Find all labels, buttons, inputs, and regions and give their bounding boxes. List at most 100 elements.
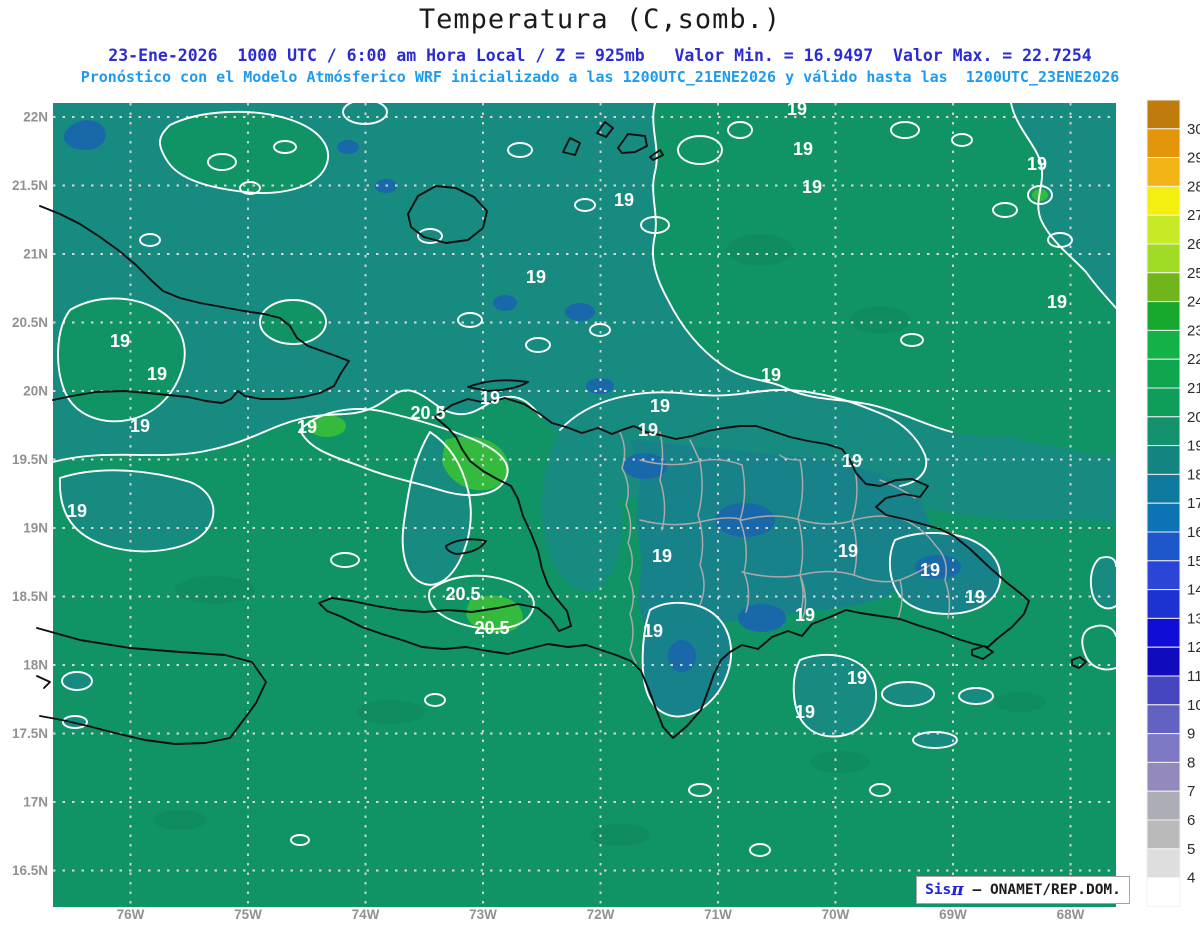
lon-tick-label: 72W [587, 907, 615, 922]
contour-label-19: 19 [847, 668, 867, 688]
lon-tick-label: 69W [939, 907, 967, 922]
colorbar-segment-18-19 [1146, 445, 1181, 475]
colorbar-segment-21-22 [1146, 358, 1181, 389]
contour-label-19: 19 [614, 190, 634, 210]
contour-label-20.5: 20.5 [445, 584, 480, 604]
colorbar-segment-17-18 [1146, 473, 1181, 504]
contour-label-19: 19 [838, 541, 858, 561]
lon-tick-label: 76W [117, 907, 145, 922]
contour-label-19: 19 [643, 621, 663, 641]
contour-label-19: 19 [761, 365, 781, 385]
credit-onamet: – ONAMET/REP.DOM. [963, 882, 1121, 898]
colorbar-tick-label: 8 [1187, 754, 1195, 771]
colorbar-segment-12-13 [1146, 617, 1181, 648]
colorbar-tick-label: 6 [1187, 812, 1195, 829]
colorbar: 30 29 28 27 26 25 24 23 22 21 20 19 18 17 16 15 14 13 12 11… [1146, 99, 1200, 907]
contour-label-19: 19 [652, 546, 672, 566]
colorbar-tick-label: 7 [1187, 783, 1195, 800]
contour-label-19: 19 [130, 416, 150, 436]
lat-tick-label: 18.5N [12, 589, 48, 604]
colorbar-segment-26-27 [1146, 214, 1181, 245]
credit-badge: Sis π – ONAMET/REP.DOM. [916, 876, 1130, 904]
contour-label-19: 19 [802, 177, 822, 197]
contour-label-19: 19 [638, 420, 658, 440]
lon-tick-label: 73W [469, 907, 497, 922]
colorbar-segment-24-25 [1146, 272, 1181, 303]
contour-label-20.5: 20.5 [410, 403, 445, 423]
field-blue-5 [565, 303, 595, 321]
lat-tick-label: 17N [23, 795, 48, 810]
colorbar-segment-13-14 [1146, 589, 1181, 619]
colorbar-segment-28-29 [1146, 157, 1181, 187]
colorbar-tick-label: 24 [1187, 294, 1200, 311]
colorbar-tick-label: 22 [1187, 351, 1200, 368]
colorbar-tick-label: 17 [1187, 495, 1200, 512]
lat-tick-label: 18N [23, 658, 48, 673]
contour-label-19: 19 [110, 331, 130, 351]
contour-label-19: 19 [1027, 154, 1047, 174]
lat-tick-label: 20N [23, 384, 48, 399]
lat-tick-label: 21N [23, 247, 48, 262]
colorbar-tick-label: 18 [1187, 466, 1200, 483]
jamaica-west-mark [36, 675, 51, 689]
lat-tick-label: 16.5N [12, 863, 48, 878]
credit-pi-icon: π [951, 880, 964, 900]
credit-sis: Sis [925, 882, 952, 898]
contour-label-19: 19 [67, 501, 87, 521]
lon-tick-label: 74W [352, 907, 380, 922]
contour-label-19: 19 [297, 417, 317, 437]
colorbar-segment-27-28 [1146, 185, 1181, 216]
colorbar-segment-15-16 [1146, 531, 1181, 562]
colorbar-segment-19-20 [1146, 416, 1181, 447]
contour-label-19: 19 [787, 99, 807, 119]
colorbar-segment-7-8 [1146, 761, 1181, 792]
colorbar-tick-label: 23 [1187, 322, 1200, 339]
colorbar-tick-label: 4 [1187, 870, 1195, 887]
field-blue-bahoruco [668, 640, 696, 672]
colorbar-tick-label: 20 [1187, 409, 1200, 426]
lon-tick-label: 71W [704, 907, 732, 922]
contour-label-19: 19 [526, 267, 546, 287]
contour-label-19: 19 [842, 451, 862, 471]
lon-tick-label: 70W [822, 907, 850, 922]
colorbar-tick-label: 13 [1187, 610, 1200, 627]
field-blue-dr-3 [738, 604, 786, 632]
contour-label-19: 19 [920, 560, 940, 580]
colorbar-tick-label: 21 [1187, 380, 1200, 397]
colorbar-segment-5-6 [1146, 819, 1181, 850]
colorbar-segment-9-10 [1146, 704, 1181, 735]
contour-label-20.5: 20.5 [474, 618, 509, 638]
colorbar-segment-20-21 [1146, 387, 1181, 418]
contour-label-19: 19 [480, 388, 500, 408]
colorbar-tick-label: 11 [1187, 668, 1200, 685]
weather-map-page: Temperatura (C,somb.) 23-Ene-2026 1000 U… [0, 0, 1200, 927]
colorbar-segment-14-15 [1146, 560, 1181, 591]
contour-label-19: 19 [650, 396, 670, 416]
colorbar-segment-25-26 [1146, 243, 1181, 274]
colorbar-segment-6-7 [1146, 790, 1181, 821]
lat-tick-label: 19.5N [12, 452, 48, 467]
colorbar-tick-label: 15 [1187, 553, 1200, 570]
contour-label-19: 19 [1047, 292, 1067, 312]
colorbar-segment-16-17 [1146, 502, 1181, 533]
colorbar-tick-label: 26 [1187, 236, 1200, 253]
contour-label-19: 19 [795, 605, 815, 625]
colorbar-segment-29-30 [1146, 128, 1181, 159]
lon-tick-label: 68W [1057, 907, 1085, 922]
colorbar-tick-label: 12 [1187, 639, 1200, 656]
field-blue-4 [493, 295, 517, 311]
lat-tick-label: 19N [23, 521, 48, 536]
colorbar-tick-label: 14 [1187, 582, 1200, 599]
contour-label-19: 19 [965, 587, 985, 607]
lat-tick-label: 17.5N [12, 726, 48, 741]
colorbar-segment-22-23 [1146, 329, 1181, 360]
contour-label-19: 19 [795, 702, 815, 722]
colorbar-segment->30 [1146, 99, 1181, 130]
lat-tick-label: 21.5N [12, 178, 48, 193]
colorbar-tick-label: 5 [1187, 841, 1195, 858]
colorbar-segment-<4 [1146, 877, 1181, 907]
lat-tick-label: 20.5N [12, 315, 48, 330]
lat-tick-label: 22N [23, 110, 48, 125]
colorbar-tick-label: 9 [1187, 726, 1195, 743]
colorbar-segment-4-5 [1146, 848, 1181, 879]
